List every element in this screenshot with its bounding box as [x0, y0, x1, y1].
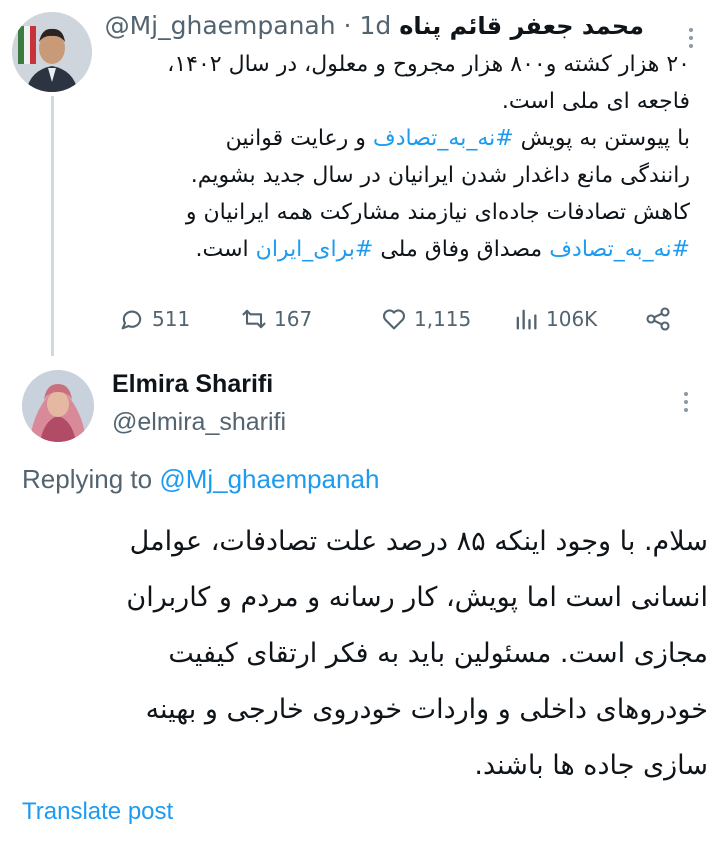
- author-avatar[interactable]: [12, 12, 92, 92]
- replying-to-line: Replying to @Mj_ghaempanah: [22, 464, 379, 495]
- post-text-segment: است.: [195, 237, 256, 262]
- post-text-segment: کاهش تصادفات جاده‌ای نیازمند مشارکت همه …: [185, 200, 690, 225]
- like-count: 1,115: [414, 307, 472, 331]
- reply-text-line: خودروهای داخلی و واردات خودروی خارجی و ب…: [145, 694, 708, 725]
- repost-arrows-icon: [242, 309, 266, 329]
- speech-bubble-icon: [121, 310, 142, 330]
- post-text-line: فاجعه ای ملی است.: [116, 83, 690, 120]
- repost-button[interactable]: 167: [240, 298, 312, 340]
- reply-text-line: سازی جاده ها باشند.: [474, 750, 708, 781]
- more-options-icon[interactable]: [676, 384, 696, 424]
- reply-author-handle[interactable]: @elmira_sharifi: [112, 408, 286, 437]
- reply-text-line: سلام. با وجود اینکه ۸۵ درصد علت تصادفات،…: [129, 526, 708, 557]
- parent-tweet[interactable]: محمد جعفر قائم پناه @Mj_ghaempanah · 1d …: [0, 0, 720, 356]
- parent-post-text: ۲۰ هزار کشته و۸۰۰ هزار مجروح و معلول، در…: [116, 46, 690, 268]
- post-text-segment: با پیوستن به پویش: [513, 126, 690, 151]
- post-text-segment: و رعایت قوانین: [225, 126, 373, 151]
- bar-chart-icon: [516, 309, 537, 330]
- views-button[interactable]: 106K: [512, 298, 597, 340]
- replying-to-mention[interactable]: @Mj_ghaempanah: [159, 464, 379, 494]
- reply-text-line: انسانی است اما پویش، کار رسانه و مردم و …: [126, 582, 708, 613]
- reply-tweet[interactable]: Elmira Sharifi @elmira_sharifi Replying …: [0, 356, 720, 848]
- author-handle[interactable]: @Mj_ghaempanah: [105, 11, 336, 40]
- post-text-line: #نه_به_تصادف مصداق وفاق ملی #برای_ایران …: [116, 231, 690, 268]
- post-text-segment: رانندگی مانع داغدار شدن ایرانیان در سال …: [190, 163, 690, 188]
- post-text-segment: ۲۰ هزار کشته و۸۰۰ هزار مجروح و معلول، در…: [167, 52, 690, 77]
- thread-connector-line: [51, 96, 54, 356]
- reply-author-name[interactable]: Elmira Sharifi: [112, 370, 273, 399]
- translate-post-link[interactable]: Translate post: [22, 798, 173, 826]
- like-button[interactable]: 1,115: [380, 298, 471, 340]
- repost-count: 167: [274, 307, 313, 331]
- share-icon: [646, 307, 670, 331]
- post-text-segment: مصداق وفاق ملی: [373, 237, 550, 262]
- reply-button[interactable]: 511: [118, 298, 190, 340]
- action-bar: 511 167 1,115 106K: [110, 298, 700, 340]
- avatar-portrait: [22, 370, 94, 442]
- author-name[interactable]: محمد جعفر قائم پناه: [399, 8, 644, 44]
- reply-text-line: مجازی است. مسئولین باید به فکر ارتقای کی…: [168, 638, 708, 669]
- parent-header: محمد جعفر قائم پناه @Mj_ghaempanah · 1d: [105, 8, 644, 44]
- post-text-line: با پیوستن به پویش #نه_به_تصادف و رعایت ق…: [116, 120, 690, 157]
- reply-count: 511: [152, 307, 191, 331]
- reply-author-avatar[interactable]: [22, 370, 94, 442]
- reply-post-text: سلام. با وجود اینکه ۸۵ درصد علت تصادفات،…: [22, 514, 708, 794]
- replying-prefix: Replying to: [22, 464, 160, 494]
- post-age[interactable]: 1d: [359, 11, 391, 40]
- avatar-portrait: [12, 12, 92, 92]
- view-count: 106K: [546, 307, 598, 331]
- hashtag-link[interactable]: #نه_به_تصادف: [373, 126, 514, 151]
- heart-icon: [382, 309, 406, 330]
- post-text-line: ۲۰ هزار کشته و۸۰۰ هزار مجروح و معلول، در…: [116, 46, 690, 83]
- author-meta: @Mj_ghaempanah · 1d: [105, 8, 392, 44]
- post-text-line: کاهش تصادفات جاده‌ای نیازمند مشارکت همه …: [116, 194, 690, 231]
- hashtag-link[interactable]: #نه_به_تصادف: [549, 237, 690, 262]
- share-button[interactable]: [644, 298, 672, 340]
- hashtag-link[interactable]: #برای_ایران: [256, 237, 374, 262]
- meta-separator: ·: [335, 11, 360, 40]
- post-text-line: رانندگی مانع داغدار شدن ایرانیان در سال …: [116, 157, 690, 194]
- post-text-segment: فاجعه ای ملی است.: [501, 89, 690, 114]
